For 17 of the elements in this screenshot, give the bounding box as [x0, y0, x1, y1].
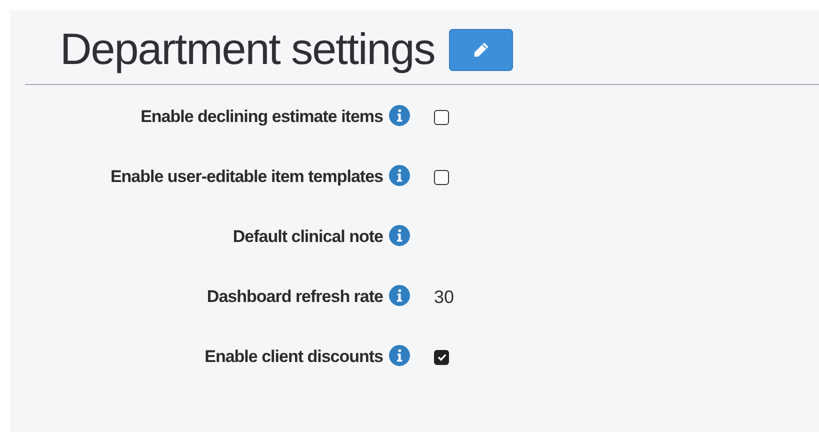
- setting-label: Enable client discounts: [204, 347, 383, 366]
- info-icon[interactable]: [389, 165, 410, 186]
- page-title: Department settings: [60, 24, 435, 76]
- checkbox[interactable]: [434, 170, 449, 184]
- info-icon[interactable]: [389, 105, 410, 126]
- setting-label: Enable declining estimate items: [140, 107, 383, 126]
- setting-label: Enable user-editable item templates: [110, 167, 383, 186]
- checkbox[interactable]: [434, 110, 449, 124]
- setting-label: Default clinical note: [232, 227, 383, 246]
- edit-button[interactable]: [448, 29, 513, 71]
- info-icon[interactable]: [389, 345, 410, 366]
- info-icon[interactable]: [389, 225, 410, 246]
- pencil-icon: [472, 41, 490, 59]
- checkbox[interactable]: [434, 350, 449, 364]
- setting-value: 30: [434, 286, 454, 309]
- setting-label: Dashboard refresh rate: [206, 287, 383, 306]
- info-icon[interactable]: [389, 285, 410, 306]
